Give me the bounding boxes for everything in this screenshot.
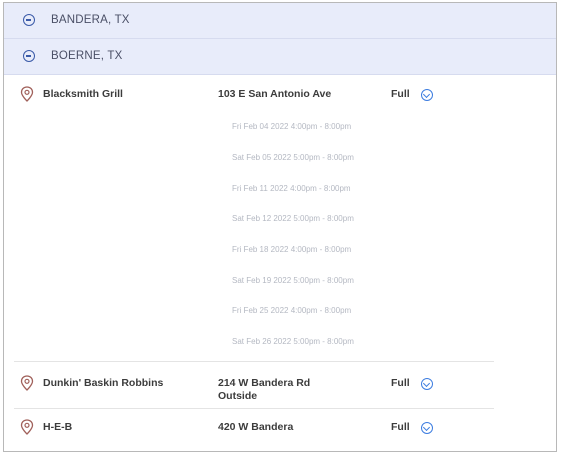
collapse-circle-icon[interactable] (23, 14, 35, 26)
time-slot: Sat Feb 05 2022 5:00pm - 8:00pm (232, 153, 354, 162)
time-slot: Fri Feb 18 2022 4:00pm - 8:00pm (232, 245, 352, 254)
location-name: Blacksmith Grill (43, 88, 123, 100)
expand-circle-icon[interactable] (421, 89, 433, 101)
row-divider (14, 361, 494, 362)
status-badge: Full (391, 88, 410, 100)
time-slot: Fri Feb 11 2022 4:00pm - 8:00pm (232, 184, 351, 193)
location-address: 103 E San Antonio Ave (218, 88, 332, 100)
expand-circle-icon[interactable] (421, 378, 433, 390)
collapse-circle-icon[interactable] (23, 50, 35, 62)
address-line: 214 W Bandera Rd (218, 377, 311, 389)
map-pin-icon (20, 375, 34, 391)
address-line: Outside (218, 390, 258, 402)
row-divider (14, 408, 494, 409)
locations-panel: BANDERA, TX BOERNE, TX Blacksmith Grill … (3, 2, 557, 452)
city-label: BANDERA, TX (51, 14, 130, 26)
time-slot: Sat Feb 12 2022 5:00pm - 8:00pm (232, 214, 354, 223)
time-slot: Sat Feb 19 2022 5:00pm - 8:00pm (232, 276, 354, 285)
location-name: Dunkin' Baskin Robbins (43, 377, 164, 389)
expand-circle-icon[interactable] (421, 422, 433, 434)
map-pin-icon (20, 86, 34, 102)
location-address: 420 W Bandera (218, 421, 294, 433)
location-address: 214 W Bandera Rd Outside (218, 377, 310, 403)
time-slot: Fri Feb 25 2022 4:00pm - 8:00pm (232, 306, 352, 315)
time-slot: Fri Feb 04 2022 4:00pm - 8:00pm (232, 122, 352, 131)
city-row-bandera[interactable]: BANDERA, TX (4, 3, 556, 39)
map-pin-icon (20, 419, 34, 435)
city-label: BOERNE, TX (51, 50, 123, 62)
time-slot: Sat Feb 26 2022 5:00pm - 8:00pm (232, 337, 354, 346)
status-badge: Full (391, 421, 410, 433)
status-badge: Full (391, 377, 410, 389)
location-name: H-E-B (43, 421, 73, 433)
city-row-boerne[interactable]: BOERNE, TX (4, 39, 556, 75)
